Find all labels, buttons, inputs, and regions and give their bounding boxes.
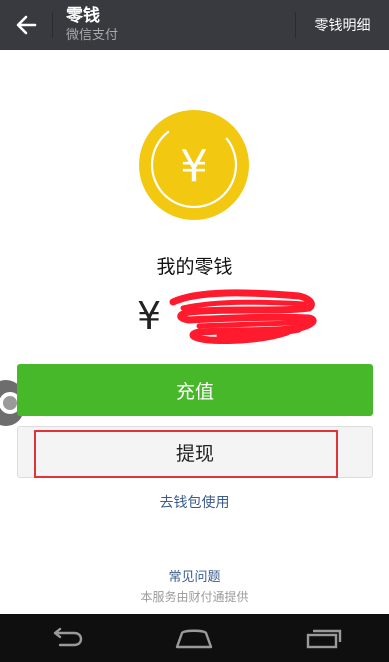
page-title: 零钱	[66, 6, 100, 26]
yen-coin-icon: ¥	[139, 110, 249, 220]
nav-recents-button[interactable]	[279, 614, 369, 662]
faq-link[interactable]: 常见问题	[0, 566, 389, 585]
nav-home-icon	[176, 629, 213, 649]
title-divider	[52, 12, 53, 38]
withdraw-highlight-box	[34, 430, 338, 478]
wallet-label: 我的零钱	[156, 256, 233, 278]
recharge-button[interactable]: 充值	[17, 364, 373, 416]
currency-symbol: ¥	[137, 294, 162, 338]
balance-details-button[interactable]: 零钱明细	[296, 0, 389, 50]
title-block: 零钱 微信支付	[66, 5, 118, 45]
coin-symbol: ¥	[180, 141, 208, 192]
go-to-wallet-link[interactable]: 去钱包使用	[0, 492, 389, 512]
system-navigation-bar	[0, 614, 389, 662]
nav-home-button[interactable]	[149, 614, 239, 662]
page-subtitle: 微信支付	[66, 28, 119, 43]
balance-amount: ¥	[137, 288, 319, 344]
title-bar: 零钱 微信支付 零钱明细	[0, 0, 389, 50]
redaction-scribble	[169, 289, 317, 344]
provider-note: 本服务由财付通提供	[140, 590, 249, 604]
back-button[interactable]	[0, 0, 52, 50]
nav-recents-icon	[306, 629, 342, 649]
arrow-left-icon	[16, 15, 37, 35]
nav-back-icon	[53, 627, 83, 647]
nav-back-button[interactable]	[20, 614, 110, 662]
